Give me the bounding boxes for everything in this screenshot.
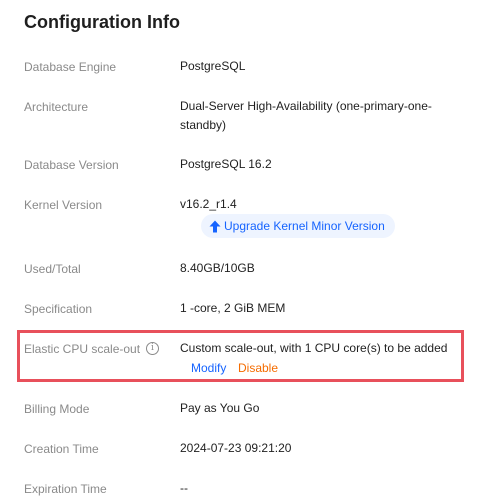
modify-link[interactable]: Modify xyxy=(191,361,226,375)
upgrade-kernel-label: Upgrade Kernel Minor Version xyxy=(224,219,385,233)
field-label-elastic-cpu: Elastic CPU scale-out xyxy=(24,342,141,356)
section-title: Configuration Info xyxy=(24,12,180,32)
disable-link[interactable]: Disable xyxy=(238,361,278,375)
architecture-line-2: standby) xyxy=(180,118,227,132)
field-value-spec: 1 -core, 2 GiB MEM xyxy=(180,301,286,315)
field-label-expiration: Expiration Time xyxy=(24,482,107,496)
field-label-db-version: Database Version xyxy=(24,158,119,172)
field-label-architecture: Architecture xyxy=(24,100,89,114)
field-label-kernel: Kernel Version xyxy=(24,198,103,212)
field-value-used-total: 8.40GB/10GB xyxy=(180,261,255,275)
field-value-expiration: -- xyxy=(180,481,188,495)
arrow-up-icon xyxy=(209,220,221,233)
field-label-used-total: Used/Total xyxy=(24,262,81,276)
field-label-billing: Billing Mode xyxy=(24,402,90,416)
field-value-kernel: v16.2_r1.4 xyxy=(180,197,237,211)
info-circle-icon[interactable]: i xyxy=(146,342,159,355)
field-value-elastic-cpu: Custom scale-out, with 1 CPU core(s) to … xyxy=(180,341,448,355)
field-value-db-version: PostgreSQL 16.2 xyxy=(180,157,272,171)
field-value-engine: PostgreSQL xyxy=(180,59,246,73)
field-value-billing: Pay as You Go xyxy=(180,401,260,415)
field-label-engine: Database Engine xyxy=(24,60,117,74)
field-label-spec: Specification xyxy=(24,302,93,316)
upgrade-kernel-button[interactable]: Upgrade Kernel Minor Version xyxy=(201,214,395,238)
architecture-line-1: Dual-Server High-Availability (one-prima… xyxy=(180,99,432,113)
field-value-creation: 2024-07-23 09:21:20 xyxy=(180,441,292,455)
field-label-creation: Creation Time xyxy=(24,442,99,456)
field-value-architecture: Dual-Server High-Availability (one-prima… xyxy=(180,97,470,135)
